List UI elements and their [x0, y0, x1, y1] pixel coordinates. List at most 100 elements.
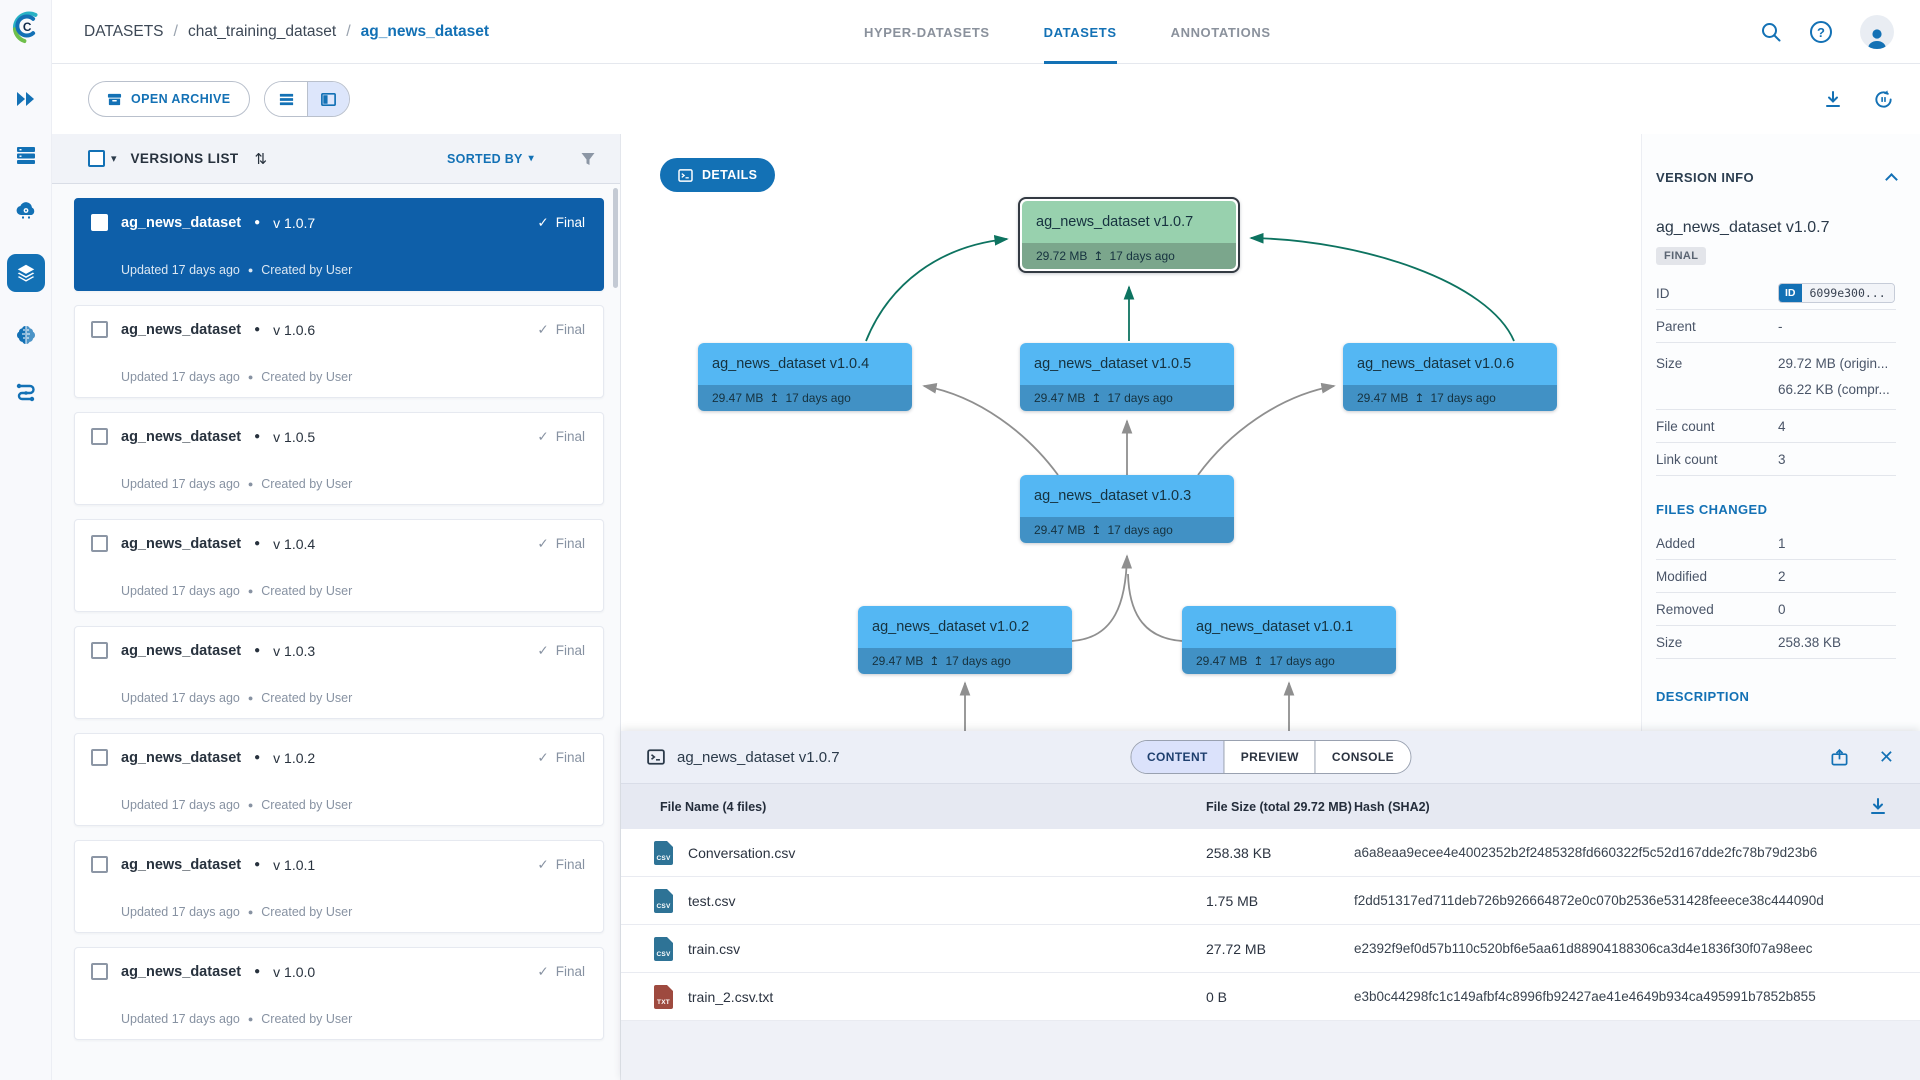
- split-view-button[interactable]: [307, 82, 349, 116]
- csv-file-icon: csv: [654, 841, 673, 865]
- version-number: v 1.0.4: [273, 536, 315, 552]
- select-all-checkbox[interactable]: [88, 150, 105, 167]
- version-row-1-0-4[interactable]: ag_news_dataset●v 1.0.4 ✓Final Updated 1…: [74, 519, 604, 612]
- version-row-1-0-6[interactable]: ag_news_dataset●v 1.0.6 ✓Final Updated 1…: [74, 305, 604, 398]
- row-checkbox[interactable]: [91, 428, 108, 445]
- graph-node-v1-0-7[interactable]: ag_news_dataset v1.0.7 29.72 MB↥17 days …: [1018, 197, 1240, 273]
- select-menu-caret-icon[interactable]: ▾: [111, 152, 117, 165]
- id-tag: ID: [1779, 284, 1802, 302]
- breadcrumb-datasets[interactable]: DATASETS: [84, 23, 164, 41]
- row-checkbox[interactable]: [91, 856, 108, 873]
- version-row-1-0-0[interactable]: ag_news_dataset●v 1.0.0 ✓Final Updated 1…: [74, 947, 604, 1040]
- version-row-1-0-2[interactable]: ag_news_dataset●v 1.0.2 ✓Final Updated 1…: [74, 733, 604, 826]
- version-number: v 1.0.5: [273, 429, 315, 445]
- id-chip[interactable]: ID 6099e300...: [1778, 283, 1895, 303]
- sidebar-item-datasets[interactable]: [7, 254, 45, 292]
- file-name[interactable]: train.csv: [688, 941, 740, 957]
- version-name: ag_news_dataset: [121, 215, 241, 231]
- version-meta: Updated 17 days ago●Created by User: [91, 370, 585, 384]
- file-name[interactable]: Conversation.csv: [688, 845, 795, 861]
- node-label: ag_news_dataset v1.0.4: [698, 343, 912, 385]
- download-icon[interactable]: [1823, 89, 1843, 109]
- auto-refresh-icon[interactable]: [1873, 89, 1894, 110]
- versions-scrollbar[interactable]: [613, 188, 618, 288]
- version-info-panel: VERSION INFO ag_news_dataset v1.0.7 FINA…: [1641, 134, 1920, 731]
- file-size-header: File Size (total 29.72 MB): [1206, 800, 1354, 814]
- version-row-1-0-7[interactable]: ag_news_dataset●v 1.0.7 ✓Final Updated 1…: [74, 198, 604, 291]
- graph-node-v1-0-1[interactable]: ag_news_dataset v1.0.1 29.47 MB↥17 days …: [1182, 606, 1396, 674]
- version-row-1-0-3[interactable]: ag_news_dataset●v 1.0.3 ✓Final Updated 1…: [74, 626, 604, 719]
- sidebar-item-data-cloud[interactable]: [13, 198, 39, 224]
- upload-icon: ↥: [1414, 391, 1424, 405]
- file-row-train-2[interactable]: txttrain_2.csv.txt 0 B e3b0c44298fc1c149…: [621, 973, 1920, 1021]
- dot-separator: ●: [254, 859, 260, 870]
- dot-separator: ●: [248, 907, 253, 917]
- sidebar-nav: [0, 86, 52, 404]
- collapse-rows-icon[interactable]: ⇅: [255, 150, 268, 168]
- row-checkbox[interactable]: [91, 321, 108, 338]
- file-size: 258.38 KB: [1206, 845, 1354, 861]
- graph-node-v1-0-4[interactable]: ag_news_dataset v1.0.4 29.47 MB↥17 days …: [698, 343, 912, 411]
- help-icon[interactable]: ?: [1810, 21, 1832, 43]
- content-panel: ag_news_dataset v1.0.7 CONTENT PREVIEW C…: [621, 731, 1920, 1080]
- breadcrumb: DATASETS / chat_training_dataset / ag_ne…: [84, 0, 489, 64]
- table-view-button[interactable]: [265, 82, 307, 116]
- row-checkbox[interactable]: [91, 535, 108, 552]
- graph-node-v1-0-6[interactable]: ag_news_dataset v1.0.6 29.47 MB↥17 days …: [1343, 343, 1557, 411]
- status-badge: ✓Final: [537, 857, 585, 873]
- tab-annotations[interactable]: ANNOTATIONS: [1171, 0, 1271, 64]
- download-files-icon[interactable]: [1868, 796, 1888, 816]
- row-checkbox[interactable]: [91, 642, 108, 659]
- sidebar: C: [0, 0, 52, 1080]
- tab-console[interactable]: CONSOLE: [1315, 741, 1410, 773]
- maximize-panel-icon[interactable]: [1830, 748, 1849, 767]
- details-button[interactable]: DETAILS: [660, 158, 775, 192]
- filter-icon[interactable]: [580, 151, 596, 167]
- graph-node-v1-0-3[interactable]: ag_news_dataset v1.0.3 29.47 MB↥17 days …: [1020, 475, 1234, 543]
- file-name[interactable]: test.csv: [688, 893, 735, 909]
- tab-hyper-datasets[interactable]: HYPER-DATASETS: [864, 0, 990, 64]
- sorted-by-dropdown[interactable]: SORTED BY ▾: [447, 152, 534, 166]
- version-number: v 1.0.0: [273, 964, 315, 980]
- version-row-1-0-5[interactable]: ag_news_dataset●v 1.0.5 ✓Final Updated 1…: [74, 412, 604, 505]
- file-row-train[interactable]: csvtrain.csv 27.72 MB e2392f9ef0d57b110c…: [621, 925, 1920, 973]
- tab-preview[interactable]: PREVIEW: [1224, 741, 1315, 773]
- upload-icon: ↥: [769, 391, 779, 405]
- version-row-1-0-1[interactable]: ag_news_dataset●v 1.0.1 ✓Final Updated 1…: [74, 840, 604, 933]
- upload-icon: ↥: [1253, 654, 1263, 668]
- dataset-toolbar: OPEN ARCHIVE: [52, 64, 1920, 134]
- file-name[interactable]: train_2.csv.txt: [688, 989, 773, 1005]
- graph-node-v1-0-2[interactable]: ag_news_dataset v1.0.2 29.47 MB↥17 days …: [858, 606, 1072, 674]
- file-row-conversation[interactable]: csvConversation.csv 258.38 KB a6a8eaa9ec…: [621, 829, 1920, 877]
- sidebar-item-getting-started[interactable]: [13, 86, 39, 112]
- close-panel-icon[interactable]: ✕: [1879, 747, 1894, 768]
- check-icon: ✓: [537, 643, 548, 659]
- user-avatar[interactable]: [1860, 15, 1894, 49]
- row-checkbox[interactable]: [91, 963, 108, 980]
- file-table-header: File Name (4 files) File Size (total 29.…: [621, 784, 1920, 829]
- tab-datasets[interactable]: DATASETS: [1044, 0, 1117, 64]
- version-number: v 1.0.2: [273, 750, 315, 766]
- sidebar-item-projects[interactable]: [13, 142, 39, 168]
- version-number: v 1.0.7: [273, 215, 315, 231]
- file-hash-header: Hash (SHA2): [1354, 800, 1920, 814]
- clearml-logo-icon[interactable]: C: [7, 7, 45, 45]
- sidebar-item-models[interactable]: [13, 322, 39, 348]
- check-icon: ✓: [537, 322, 548, 338]
- row-checkbox[interactable]: [91, 749, 108, 766]
- sidebar-item-pipelines[interactable]: [13, 378, 39, 404]
- row-checkbox[interactable]: [91, 214, 108, 231]
- open-archive-button[interactable]: OPEN ARCHIVE: [88, 81, 250, 117]
- versions-header: ▾ VERSIONS LIST ⇅ SORTED BY ▾: [52, 134, 620, 184]
- graph-node-v1-0-5[interactable]: ag_news_dataset v1.0.5 29.47 MB↥17 days …: [1020, 343, 1234, 411]
- collapse-panel-icon[interactable]: [1885, 173, 1898, 186]
- search-icon[interactable]: [1760, 21, 1782, 43]
- tab-content[interactable]: CONTENT: [1131, 741, 1224, 773]
- sorted-by-label: SORTED BY: [447, 152, 523, 166]
- version-name: ag_news_dataset: [121, 536, 241, 552]
- breadcrumb-project[interactable]: chat_training_dataset: [188, 23, 336, 41]
- dot-separator: ●: [248, 800, 253, 810]
- check-icon: ✓: [537, 750, 548, 766]
- file-row-test[interactable]: csvtest.csv 1.75 MB f2dd51317ed711deb726…: [621, 877, 1920, 925]
- node-footer: 29.47 MB↥17 days ago: [1343, 385, 1557, 411]
